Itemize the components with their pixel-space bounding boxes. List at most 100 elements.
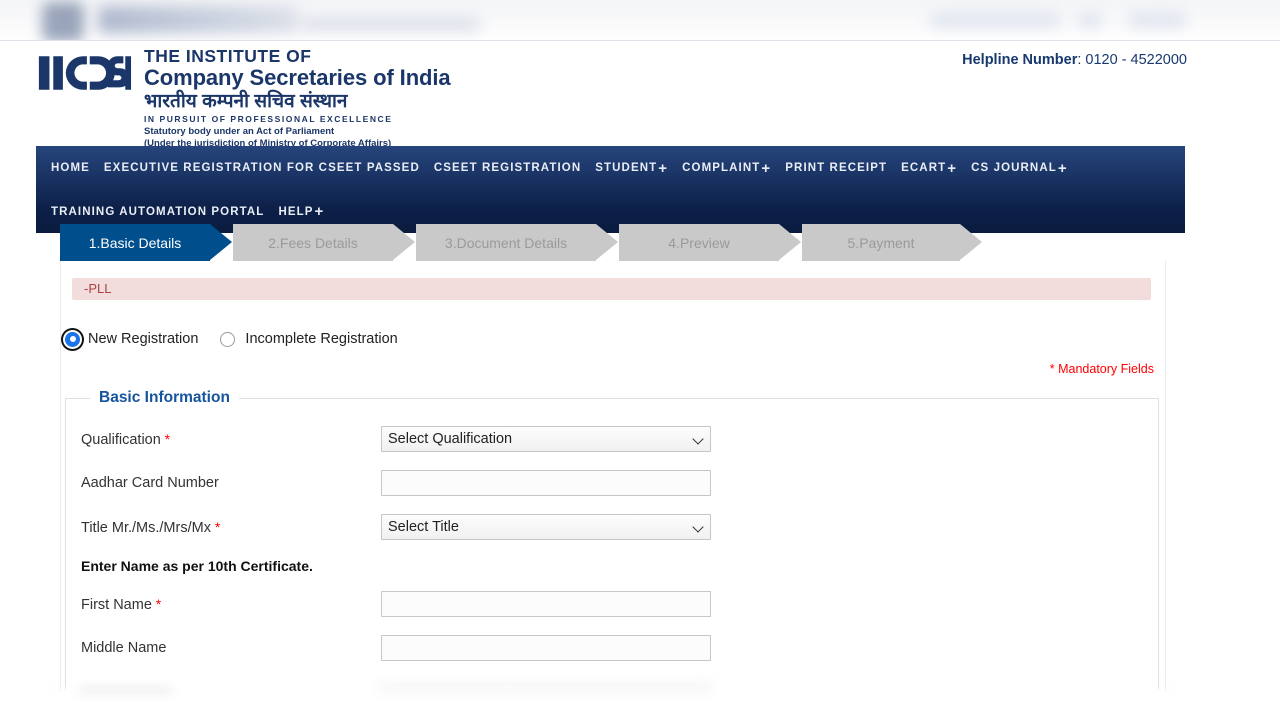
wizard-step-4[interactable]: 4.Preview — [619, 224, 801, 261]
name-instruction-note: Enter Name as per 10th Certificate. — [66, 549, 1158, 582]
label-text: Title Mr./Ms./Mrs/Mx — [81, 519, 211, 536]
registration-form-panel: -PLL New Registration Incomplete Registra… — [60, 261, 1166, 691]
blurred-right-placeholder-2 — [1078, 12, 1102, 28]
radio-new-registration[interactable] — [65, 331, 80, 347]
brand-title-line1: THE INSTITUTE OF — [144, 46, 312, 66]
wizard-step-3[interactable]: 3.Document Details — [416, 224, 618, 261]
nav-item-executive-registration-for-cseet-passed[interactable]: EXECUTIVE REGISTRATION FOR CSEET PASSED — [97, 162, 427, 174]
brand-block[interactable]: THE INSTITUTE OF Company Secretaries of … — [36, 47, 451, 151]
radio-label-new-registration[interactable]: New Registration — [88, 331, 198, 347]
basic-information-fields: Qualification * Select Qualification Aadha… — [66, 407, 1158, 670]
nav-item-home[interactable]: HOME — [44, 162, 97, 174]
nav-item-cs-journal[interactable]: CS JOURNAL + — [964, 161, 1075, 176]
label-qualification: Qualification * — [81, 431, 381, 448]
select-wrapper-qualification: Select Qualification — [381, 426, 711, 452]
basic-information-fieldset: Basic Information Qualification * Select … — [65, 389, 1159, 689]
registration-type-group: New Registration Incomplete Registration — [65, 331, 420, 347]
form-row-first-name: First Name * — [66, 582, 1158, 626]
chevron-right-icon — [960, 224, 982, 260]
chevron-right-icon — [779, 224, 801, 260]
form-row-title-mr-ms-mrs-mx: Title Mr./Ms./Mrs/Mx * Select Title — [66, 505, 1158, 549]
select-wrapper-title-mr-ms-mrs-mx: Select Title — [381, 514, 711, 540]
wizard-step-2[interactable]: 2.Fees Details — [233, 224, 415, 261]
blurred-subtitle-placeholder — [300, 16, 480, 32]
chevron-right-icon — [393, 224, 415, 260]
status-alert: -PLL — [72, 278, 1151, 300]
nav-item-label: PRINT RECEIPT — [785, 162, 888, 174]
nav-item-label: COMPLAINT — [682, 162, 761, 174]
plus-icon: + — [658, 159, 669, 177]
plus-icon: + — [947, 159, 958, 177]
form-row-aadhar-card-number: Aadhar Card Number — [66, 461, 1158, 505]
wizard-step-label: 5.Payment — [847, 234, 915, 251]
nav-item-cseet-registration[interactable]: CSEET REGISTRATION — [427, 162, 588, 174]
nav-item-help[interactable]: HELP + — [271, 204, 331, 219]
icsi-logo-icon — [38, 56, 132, 90]
plus-icon: + — [314, 203, 325, 220]
brand-tagline: IN PURSUIT OF PROFESSIONAL EXCELLENCE — [144, 114, 393, 125]
nav-item-label: HOME — [51, 162, 90, 174]
nav-item-print-receipt[interactable]: PRINT RECEIPT — [778, 162, 894, 174]
wizard-step-label: 4.Preview — [668, 234, 730, 251]
site-header: THE INSTITUTE OF Company Secretaries of … — [0, 41, 1280, 149]
blurred-logo-placeholder — [42, 2, 84, 41]
blurred-right-placeholder-3 — [1128, 12, 1186, 28]
form-row-middle-name: Middle Name — [66, 626, 1158, 670]
nav-item-label: EXECUTIVE REGISTRATION FOR CSEET PASSED — [103, 162, 420, 174]
chevron-right-icon — [210, 224, 232, 260]
label-first-name: First Name * — [81, 596, 381, 613]
input-first-name[interactable] — [381, 591, 711, 617]
label-middle-name: Middle Name — [81, 640, 381, 656]
registration-step-wizard: 1.Basic Details 2.Fees Details 3.Document … — [60, 224, 983, 261]
panel-edge-right-faded — [1163, 681, 1165, 711]
select-title-mr-ms-mrs-mx[interactable]: Select Title — [381, 514, 711, 540]
nav-item-training-automation-portal[interactable]: TRAINING AUTOMATION PORTAL — [44, 206, 271, 218]
nav-item-label: STUDENT — [595, 162, 658, 174]
nav-item-label: TRAINING AUTOMATION PORTAL — [51, 205, 265, 218]
input-aadhar-card-number[interactable] — [381, 470, 711, 496]
select-qualification[interactable]: Select Qualification — [381, 426, 711, 452]
mandatory-fields-note: * Mandatory Fields — [1049, 362, 1154, 376]
wizard-step-5[interactable]: 5.Payment — [802, 224, 982, 261]
label-title-mr-ms-mrs-mx: Title Mr./Ms./Mrs/Mx * — [81, 519, 381, 536]
wizard-step-label: 3.Document Details — [444, 234, 568, 251]
helpline-number[interactable]: 0120 - 4522000 — [1085, 52, 1187, 68]
required-asterisk-icon: * — [160, 430, 171, 447]
form-row-qualification: Qualification * Select Qualification — [66, 417, 1158, 461]
name-instruction-text: Enter Name as per 10th Certificate. — [81, 557, 313, 574]
nav-item-student[interactable]: STUDENT + — [588, 161, 675, 176]
label-text: Qualification — [81, 431, 161, 448]
brand-title-line2: Company Secretaries of India — [144, 64, 451, 90]
faded-next-field-label — [80, 687, 172, 701]
brand-statutory-line: Statutory body under an Act of Parliamen… — [144, 125, 335, 137]
label-text: First Name — [81, 596, 152, 613]
label-text: Middle Name — [81, 640, 167, 656]
required-asterisk-icon: * — [210, 518, 221, 535]
faded-next-field-input — [380, 681, 712, 707]
wizard-step-label: 2.Fees Details — [268, 234, 358, 251]
brand-title-hindi: भारतीय कम्पनी सचिव संस्थान — [144, 90, 348, 112]
radio-incomplete-registration[interactable] — [220, 331, 236, 347]
plus-icon: + — [761, 159, 772, 177]
main-navigation: HOME EXECUTIVE REGISTRATION FOR CSEET PAS… — [36, 146, 1185, 233]
basic-information-legend: Basic Information — [99, 389, 230, 406]
chevron-right-icon — [596, 224, 618, 260]
wizard-step-1[interactable]: 1.Basic Details — [60, 224, 232, 261]
blurred-title-placeholder — [98, 6, 298, 34]
nav-item-label: HELP — [278, 205, 314, 218]
nav-item-complaint[interactable]: COMPLAINT + — [675, 161, 778, 176]
input-middle-name[interactable] — [381, 635, 711, 661]
nav-row-primary: HOME EXECUTIVE REGISTRATION FOR CSEET PAS… — [36, 146, 1185, 190]
label-text: Aadhar Card Number — [81, 475, 219, 491]
radio-label-incomplete-registration[interactable]: Incomplete Registration — [245, 331, 397, 347]
helpline-block: Helpline Number: 0120 - 4522000 — [962, 52, 1187, 68]
nav-item-ecart[interactable]: ECART + — [894, 161, 964, 176]
label-aadhar-card-number: Aadhar Card Number — [81, 475, 381, 491]
nav-item-label: CSEET REGISTRATION — [433, 162, 582, 174]
required-asterisk-icon: * — [151, 595, 162, 612]
browser-chrome-strip — [0, 0, 1280, 41]
plus-icon: + — [1057, 159, 1068, 177]
nav-item-label: ECART — [901, 162, 947, 174]
helpline-label: Helpline Number — [962, 52, 1078, 68]
blurred-right-placeholder-1 — [930, 12, 1060, 28]
